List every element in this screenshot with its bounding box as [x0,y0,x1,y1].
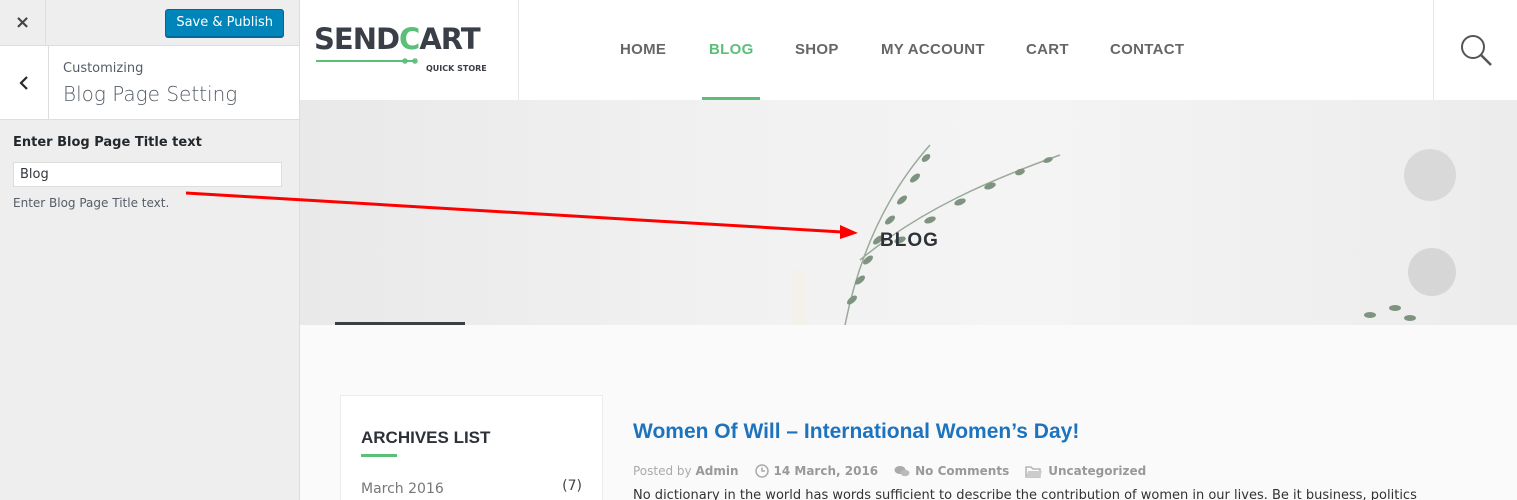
nav-item-home[interactable]: HOME [620,41,666,58]
post-excerpt: No dictionary in the world has words suf… [633,488,1417,500]
page-title-banner: BLOG [300,100,1517,325]
save-publish-button[interactable]: Save & Publish [165,9,284,37]
folder-icon [1025,465,1043,478]
nav-item-cart[interactable]: CART [1026,41,1069,58]
close-icon: × [14,12,31,33]
nav-item-blog[interactable]: BLOG [709,41,754,58]
section-header: Customizing Blog Page Setting [0,46,299,120]
search-button[interactable] [1433,0,1517,100]
archive-link-march-2016[interactable]: March 2016 [361,481,444,497]
blog-title-field-description: Enter Blog Page Title text. [13,196,170,210]
nav-item-shop[interactable]: SHOP [795,41,839,58]
site-preview: SENDCART QUICK STORE HOME BLOG SHOP MY A… [300,0,1517,500]
blog-title-input[interactable] [13,162,282,187]
plant-decoration [335,144,1456,325]
post-category-link[interactable]: Uncategorized [1048,464,1146,478]
close-customizer-button[interactable]: × [0,0,46,45]
back-button[interactable] [0,46,49,119]
site-header: SENDCART QUICK STORE HOME BLOG SHOP MY A… [300,0,1517,100]
customizer-sidebar: × Save & Publish Customizing Blog Page S… [0,0,300,500]
nav-item-my-account[interactable]: MY ACCOUNT [881,41,985,58]
search-icon [1460,35,1492,66]
comments-icon [894,465,910,476]
post-title-link[interactable]: Women Of Will – International Women’s Da… [633,420,1079,444]
cart-logo-icon [402,58,418,64]
logo-tagline: QUICK STORE [426,64,487,73]
post-comments-link[interactable]: No Comments [915,464,1009,478]
post-meta: Posted by Admin 14 March, 2016 No Commen… [633,464,1146,478]
archives-title: ARCHIVES LIST [361,428,491,447]
post-date: 14 March, 2016 [773,464,879,478]
blog-title-field-label: Enter Blog Page Title text [13,135,202,150]
customizer-header: × Save & Publish [0,0,299,46]
post-author-link[interactable]: Admin [695,464,738,478]
archives-title-underline [361,454,397,457]
clock-icon [754,464,769,478]
section-title: Blog Page Setting [63,82,238,106]
posted-by-label: Posted by [633,464,692,478]
logo-wordmark: SENDCART [314,22,481,56]
archives-widget: ARCHIVES LIST March 2016 (7) [340,395,603,500]
archive-count: (7) [562,478,582,494]
nav-item-contact[interactable]: CONTACT [1110,41,1184,58]
site-logo[interactable]: SENDCART QUICK STORE [300,0,519,100]
customizing-breadcrumb: Customizing [63,61,144,76]
page-title: BLOG [880,230,939,251]
chevron-left-icon [19,75,28,90]
